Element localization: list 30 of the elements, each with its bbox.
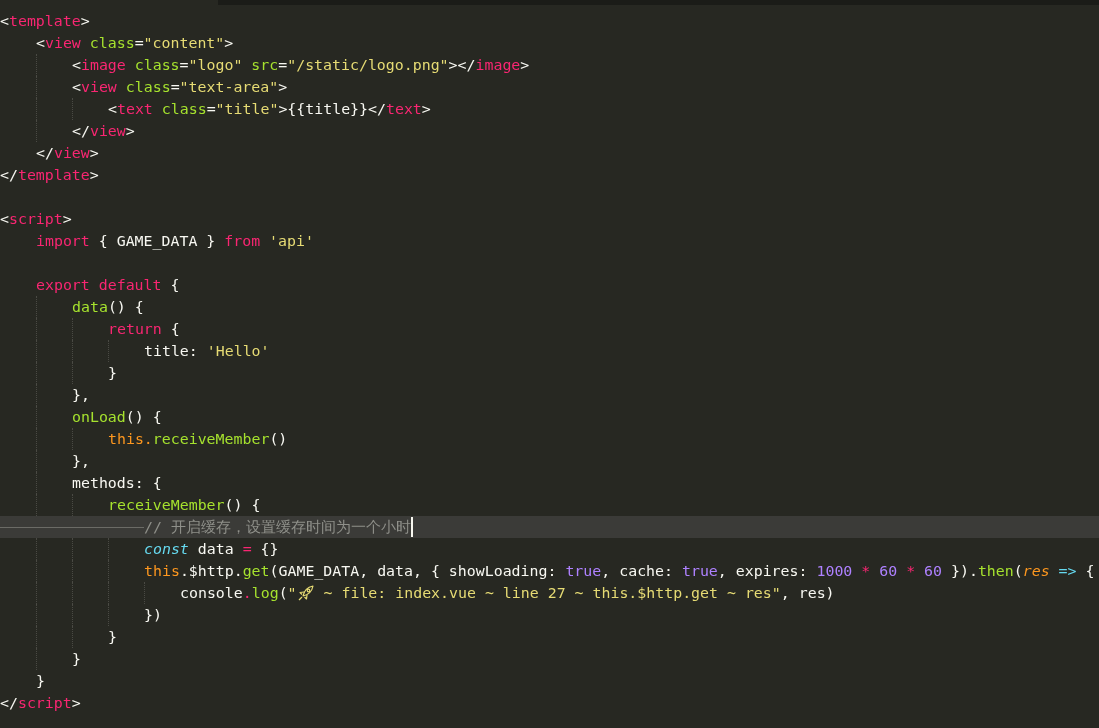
code-line: console.log(" ~ file: index.vue ~ line 27 ~ this.$http.get ~ res", res)	[0, 582, 1099, 604]
code-line: }	[35, 671, 46, 692]
rocket-icon	[297, 585, 314, 601]
code-line: onLoad() {	[0, 406, 1099, 428]
code-line: data() {	[0, 296, 1099, 318]
code-line: this.receiveMember()	[0, 428, 1099, 450]
code-line: import { GAME_DATA } from 'api'	[35, 231, 315, 252]
code-line: <template>	[0, 11, 91, 32]
code-line: methods: {	[0, 472, 1099, 494]
text-cursor	[410, 517, 413, 537]
code-line: title: 'Hello'	[0, 340, 1099, 362]
code-line: <image class="logo" src="/static/logo.png"></image>	[0, 54, 1099, 76]
code-line: <view class="text-area">	[0, 76, 1099, 98]
code-line: this.$http.get(GAME_DATA, data, { showLoading: true, cache: true, expires: 1000 * 60 * 60 }).then(res => {	[0, 560, 1099, 582]
code-line: export default {	[35, 275, 181, 296]
code-line: </view>	[35, 143, 100, 164]
code-line: }	[0, 626, 1099, 648]
code-line: <script>	[0, 209, 73, 230]
code-line: })	[0, 604, 1099, 626]
code-line: const data = {}	[0, 538, 1099, 560]
code-line: </view>	[0, 120, 1099, 142]
code-line: },	[0, 450, 1099, 472]
code-line: }	[0, 362, 1099, 384]
code-line: </script>	[0, 693, 82, 714]
code-line: <view class="content">	[35, 33, 235, 54]
code-line: return {	[0, 318, 1099, 340]
code-line: </template>	[0, 165, 100, 186]
code-line: }	[0, 648, 1099, 670]
code-line: },	[0, 384, 1099, 406]
code-line: <text class="title">{{title}}</text>	[0, 98, 1099, 120]
